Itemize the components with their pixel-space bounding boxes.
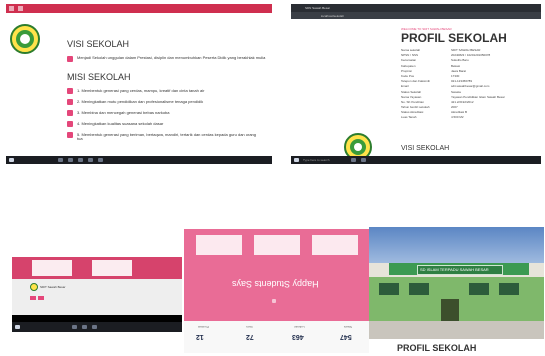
stat-value: 547: [340, 333, 352, 340]
misi-item: 5. Membentuk generasi yang beriman, bert…: [77, 132, 256, 141]
browser-tab[interactable]: SDN Sawah Besar: [305, 6, 330, 10]
notice-text: SDIT Sawah Besar: [40, 285, 66, 289]
window-icon[interactable]: [18, 6, 23, 11]
profile-table: Nama sekolah SDIT SAWAH BESAR NPSN / NSS 20…: [401, 48, 539, 121]
info-card: [312, 235, 358, 255]
sign-text: SD ISLAM TERPADU SAWAH BESAR: [420, 267, 489, 272]
browser-tabbar: SDN Sawah Besar: [291, 4, 541, 12]
misi-item: 1. Membentuk generasi yang cerdas, mampu…: [77, 88, 205, 93]
pink-banner: Happy Students Says: [184, 229, 370, 321]
taskbar-app-icon[interactable]: [58, 158, 63, 162]
taskbar: Type here to search: [291, 156, 541, 164]
school-building-photo: SD ISLAM TERPADU SAWAH BESAR: [369, 263, 544, 339]
taskbar: [12, 322, 182, 332]
url-field[interactable]: localhost/sekolah: [321, 14, 344, 18]
building-wall: [369, 277, 544, 321]
building-sign: SD ISLAM TERPADU SAWAH BESAR: [417, 265, 503, 275]
misi-bullet-icon: [67, 132, 73, 138]
info-card: [92, 260, 132, 276]
taskbar-app-icon[interactable]: [92, 325, 97, 329]
screenshot-visi-misi: VISI SEKOLAH Menjadi Sekolah unggulan da…: [6, 4, 272, 164]
stat-value: 463: [292, 333, 304, 340]
taskbar-app-icon[interactable]: [72, 325, 77, 329]
start-icon[interactable]: [15, 325, 20, 329]
profile-value: 4.500 M2: [451, 115, 464, 120]
pink-button[interactable]: [30, 296, 36, 300]
info-card: [254, 235, 300, 255]
screenshot-school-building: SD ISLAM TERPADU SAWAH BESAR PROFIL SEKO…: [369, 227, 544, 355]
info-card: [32, 260, 72, 276]
misi-item: 4. Meningkatkan kualitas suasana sekolah…: [77, 121, 164, 126]
misi-item: 3. Membina dan mencegah generasi bebas n…: [77, 110, 170, 115]
visi-text: Menjadi Sekolah unggulan dalam Prestasi,…: [77, 55, 266, 60]
screenshot-profil-sekolah: SDN Sawah Besar localhost/sekolah WELCOM…: [291, 4, 541, 164]
top-bar: [6, 4, 272, 13]
banner-text: Happy Students Says: [232, 279, 319, 289]
taskbar-app-icon[interactable]: [82, 325, 87, 329]
taskbar-app-icon[interactable]: [98, 158, 103, 162]
taskbar-app-icon[interactable]: [78, 158, 83, 162]
sky: [369, 227, 544, 267]
address-bar: localhost/sekolah: [291, 12, 541, 19]
misi-heading: MISI SEKOLAH: [67, 72, 131, 82]
misi-bullet-icon: [67, 99, 73, 105]
page-title: PROFIL SEKOLAH: [401, 31, 507, 45]
misi-bullet-icon: [67, 110, 73, 116]
taskbar: [6, 156, 272, 164]
window-icon[interactable]: [9, 6, 14, 11]
taskbar-app-icon[interactable]: [351, 158, 356, 162]
taskbar-app-icon[interactable]: [361, 158, 366, 162]
stat-label: Prestasi: [198, 325, 209, 329]
stat-value: 72: [246, 333, 254, 340]
school-logo: [10, 24, 40, 54]
visi-heading: VISI SEKOLAH: [67, 39, 130, 49]
taskbar-app-icon[interactable]: [68, 158, 73, 162]
stat-label: Siswa: [344, 325, 353, 329]
school-yard: [369, 321, 544, 339]
carousel-dot[interactable]: [272, 299, 276, 303]
top-bar: [12, 257, 182, 279]
visi-bullet-icon: [67, 56, 73, 62]
stat-label: Guru: [246, 325, 253, 329]
taskbar-app-icon[interactable]: [88, 158, 93, 162]
profile-key: Luas Tanah: [401, 115, 417, 120]
pink-button[interactable]: [38, 296, 44, 300]
start-icon[interactable]: [9, 158, 14, 162]
notice-icon: [30, 283, 38, 291]
page-title: PROFIL SEKOLAH: [397, 343, 477, 353]
stat-value: 12: [196, 333, 204, 340]
stat-label: Lulusan: [294, 325, 305, 329]
screenshot-students-stats: Happy Students Says Prestasi 12 Guru 72 …: [184, 229, 370, 353]
misi-item: 2. Meningkatkan mutu pendidikan dan prof…: [77, 99, 204, 104]
content-area: SDIT Sawah Besar: [12, 279, 182, 315]
misi-bullet-icon: [67, 121, 73, 127]
misi-bullet-icon: [67, 88, 73, 94]
screenshot-home-dark: SDIT Sawah Besar: [12, 257, 182, 332]
profile-row: Luas Tanah 4.500 M2: [401, 115, 539, 120]
start-icon[interactable]: [294, 158, 299, 162]
search-input[interactable]: Type here to search: [303, 158, 330, 162]
info-card: [196, 235, 242, 255]
visi-heading: VISI SEKOLAH: [401, 145, 450, 152]
